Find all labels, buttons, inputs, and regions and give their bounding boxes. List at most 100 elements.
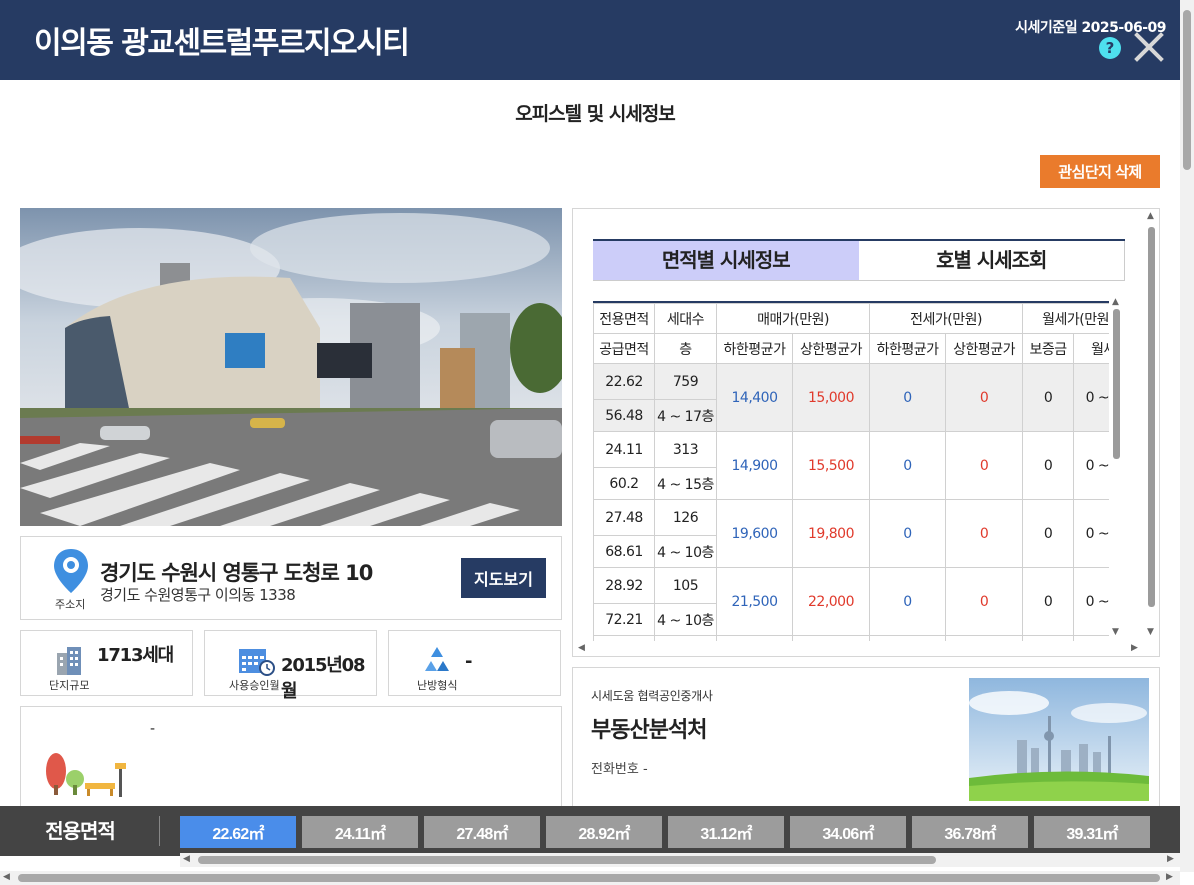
approval-value: 2015년08월 <box>281 655 366 702</box>
scroll-right-arrow-icon[interactable]: ▶ <box>1167 854 1174 864</box>
page-title: 이의동 광교센트럴푸르지오시티 <box>34 26 410 61</box>
scroll-up-arrow-icon[interactable]: ▲ <box>1147 211 1154 221</box>
jeonse-high-cell: 0 <box>945 431 1024 500</box>
price-tabs: 면적별 시세정보 호별 시세조회 <box>593 239 1125 281</box>
header-bar: 이의동 광교센트럴푸르지오시티 시세기준일 2025-06-09 ? <box>0 0 1180 80</box>
area-button-list: 22.62㎡ 24.11㎡ 27.48㎡ 28.92㎡ 31.12㎡ 34.06… <box>180 816 1180 848</box>
agency-subtitle: 시세도움 협력공인중개사 <box>591 689 713 703</box>
scroll-left-arrow-icon[interactable]: ◀ <box>578 643 585 653</box>
header-sale-price: 매매가(만원) <box>715 303 871 334</box>
tab-area-price[interactable]: 면적별 시세정보 <box>593 241 859 281</box>
scroll-down-arrow-icon[interactable]: ▼ <box>1112 627 1119 637</box>
area-button[interactable]: 22.62㎡ <box>180 816 296 848</box>
sale-high-cell: 22,000 <box>791 567 871 636</box>
agency-phone: 전화번호 - <box>591 762 648 777</box>
area-cell: 28.92 <box>593 567 655 604</box>
table-row[interactable]: 22.62 759 14,400 15,000 0 0 0 0 ~ 0 <box>593 363 1109 432</box>
area-selector-label: 전용면적 <box>45 819 116 843</box>
panel-scroll-thumb[interactable] <box>1148 227 1155 607</box>
jibun-address: 경기도 수원영통구 이의동 1338 <box>100 586 296 604</box>
floors-cell: 4 ~ 10층 <box>654 535 717 568</box>
complex-photo <box>20 208 562 526</box>
page-scroll-thumb[interactable] <box>1183 10 1191 170</box>
area-scroll-thumb[interactable] <box>198 856 936 864</box>
area-cell: 27.48 <box>593 499 655 536</box>
location-pin-icon <box>54 549 88 593</box>
scroll-down-arrow-icon[interactable]: ▼ <box>1147 627 1154 637</box>
building-icon <box>57 647 81 675</box>
heating-label: 난방형식 <box>417 679 458 692</box>
households-cell: 105 <box>654 567 717 604</box>
area-button[interactable]: 36.78㎡ <box>912 816 1028 848</box>
close-icon[interactable] <box>1133 31 1165 63</box>
fav-delete-button[interactable]: 관심단지 삭제 <box>1040 155 1160 188</box>
sale-low-cell: 14,900 <box>716 431 793 500</box>
jeonse-high-cell: 0 <box>945 363 1024 432</box>
households-label: 단지규모 <box>49 679 90 692</box>
scroll-up-arrow-icon[interactable]: ▲ <box>1112 297 1119 307</box>
sale-low-cell: 19,600 <box>716 499 793 568</box>
deposit-cell: 0 <box>1022 431 1075 500</box>
header-sale-low: 하한평균가 <box>716 333 793 364</box>
floors-cell: 4 ~ 17층 <box>654 399 717 432</box>
heating-box: - 난방형식 <box>388 630 561 696</box>
help-icon[interactable]: ? <box>1099 37 1121 59</box>
deposit-cell: 0 <box>1022 499 1075 568</box>
scroll-right-arrow-icon[interactable]: ▶ <box>1166 872 1173 882</box>
header-monthly: 월세 <box>1073 333 1109 364</box>
page-vertical-scrollbar[interactable] <box>1180 0 1194 872</box>
area-horizontal-scrollbar[interactable]: ◀ ▶ <box>180 853 1180 867</box>
table-vertical-scrollbar[interactable]: ▲ ▼ <box>1109 297 1123 639</box>
sale-high-cell: 15,000 <box>791 363 871 432</box>
divider <box>159 816 160 846</box>
page-hscroll-thumb[interactable] <box>18 874 1160 882</box>
supply-cell: 60.2 <box>593 467 655 500</box>
table-row[interactable]: 24.11 313 14,900 15,500 0 0 0 0 ~ 0 <box>593 431 1109 500</box>
area-button[interactable]: 27.48㎡ <box>424 816 540 848</box>
header-sale-high: 상한평균가 <box>791 333 871 364</box>
page-horizontal-scrollbar[interactable]: ◀ ▶ <box>0 871 1180 885</box>
area-button[interactable]: 34.06㎡ <box>790 816 906 848</box>
approval-box: 2015년08월 사용승인월 <box>204 630 377 702</box>
table-row <box>593 635 1109 641</box>
monthly-cell: 0 ~ 0 <box>1073 499 1109 568</box>
sale-high-cell: 15,500 <box>791 431 871 500</box>
calendar-icon <box>239 649 275 676</box>
sale-high-cell: 19,800 <box>791 499 871 568</box>
jeonse-low-cell: 0 <box>869 363 947 432</box>
households-cell: 759 <box>654 363 717 400</box>
area-button[interactable]: 39.31㎡ <box>1034 816 1150 848</box>
agency-box: 시세도움 협력공인중개사 부동산분석처 전화번호 - <box>572 667 1160 817</box>
households-box: 1713세대 단지규모 <box>20 630 193 696</box>
supply-cell: 56.48 <box>593 399 655 432</box>
recycle-icon <box>425 647 449 671</box>
panel-vertical-scrollbar[interactable]: ▲ ▼ <box>1144 209 1159 656</box>
agency-city-image <box>969 678 1149 801</box>
area-cell: 22.62 <box>593 363 655 400</box>
table-row[interactable]: 28.92 105 21,500 22,000 0 0 0 0 ~ 0 <box>593 567 1109 636</box>
header-supply-area: 공급면적 <box>593 333 655 364</box>
jeonse-high-cell: 0 <box>945 499 1024 568</box>
agency-name: 부동산분석처 <box>591 718 707 743</box>
table-row[interactable]: 27.48 126 19,600 19,800 0 0 0 0 ~ 0 <box>593 499 1109 568</box>
section-title: 오피스텔 및 시세정보 <box>515 103 676 125</box>
view-map-button[interactable]: 지도보기 <box>461 558 546 598</box>
area-button[interactable]: 31.12㎡ <box>668 816 784 848</box>
scroll-left-arrow-icon[interactable]: ◀ <box>183 854 190 864</box>
monthly-cell: 0 ~ 0 <box>1073 567 1109 636</box>
area-button[interactable]: 28.92㎡ <box>546 816 662 848</box>
table-scroll-thumb[interactable] <box>1113 309 1120 459</box>
households-cell: 313 <box>654 431 717 468</box>
price-table-wrapper: 전용면적 세대수 매매가(만원) 전세가(만원) 월세가(만원) 공급면적 층 … <box>593 301 1109 641</box>
tab-unit-price[interactable]: 호별 시세조회 <box>858 241 1125 281</box>
scroll-right-arrow-icon[interactable]: ▶ <box>1131 643 1138 653</box>
households-cell: 126 <box>654 499 717 536</box>
heating-value: - <box>465 651 473 672</box>
households-value: 1713세대 <box>97 645 174 666</box>
park-icon <box>46 753 126 797</box>
scroll-left-arrow-icon[interactable]: ◀ <box>3 872 10 882</box>
area-button[interactable]: 24.11㎡ <box>302 816 418 848</box>
facility-value: - <box>150 721 156 737</box>
area-cell: 24.11 <box>593 431 655 468</box>
floors-cell: 4 ~ 15층 <box>654 467 717 500</box>
